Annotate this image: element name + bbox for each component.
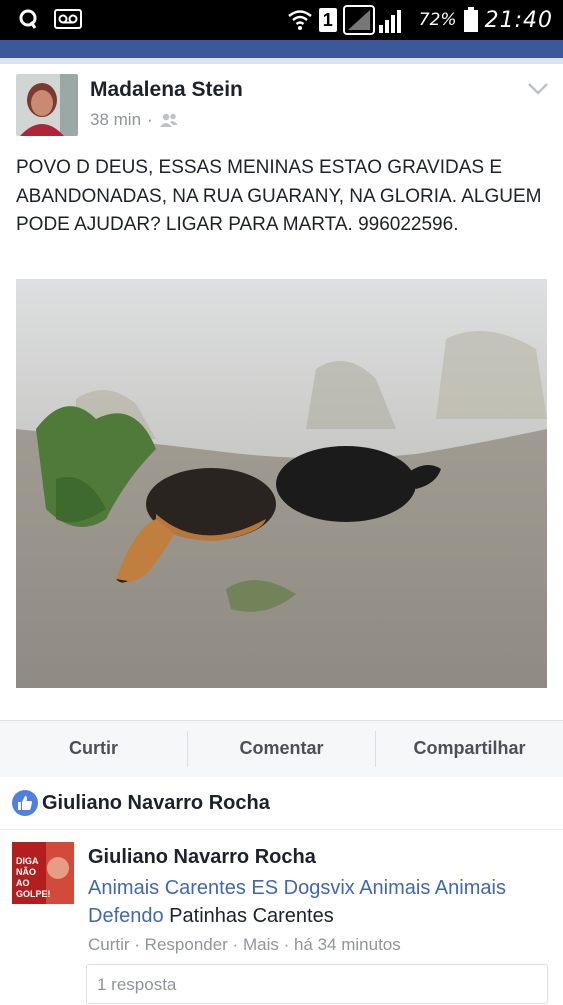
sim-icon: 1 <box>318 8 337 32</box>
battery-percent: 72% <box>418 10 457 30</box>
comment-text-rest: Patinhas Carentes <box>163 905 334 927</box>
like-button[interactable]: Curtir <box>0 721 187 777</box>
clock: 21:40 <box>484 7 553 33</box>
post-text: POVO D DEUS, ESSAS MENINAS ESTAO GRAVIDA… <box>16 157 542 235</box>
svg-text:GOLPE!: GOLPE! <box>16 889 51 899</box>
friends-icon[interactable] <box>159 112 179 128</box>
author-avatar[interactable] <box>16 74 78 136</box>
voicemail-icon <box>54 9 82 29</box>
comment-text: Animais Carentes ES Dogsvix Animais Anim… <box>88 874 556 930</box>
meta-separator: · <box>147 110 153 129</box>
share-button[interactable]: Compartilhar <box>376 721 563 777</box>
feed-post: Madalena Stein 38 min · POVO D DEUS, ESS… <box>0 64 563 720</box>
separator: · <box>278 935 294 954</box>
comment-actions: Curtir · Responder · Mais · há 34 minuto… <box>88 935 401 955</box>
avatar-caption: DIGA <box>16 856 39 866</box>
likers-row[interactable]: Giuliano Navarro Rocha <box>0 777 563 830</box>
post-time[interactable]: 38 min <box>90 110 141 130</box>
commenter-avatar[interactable]: DIGA NÃO AO GOLPE! <box>12 842 74 904</box>
commenter-name[interactable]: Giuliano Navarro Rocha <box>88 846 316 869</box>
svg-text:NÃO: NÃO <box>16 867 36 877</box>
post-photo[interactable] <box>16 279 547 688</box>
post-actions-bar: Curtir Comentar Compartilhar <box>0 720 563 778</box>
post-author-name[interactable]: Madalena Stein <box>90 78 243 102</box>
separator: · <box>227 935 243 954</box>
comment-button[interactable]: Comentar <box>188 721 375 777</box>
liker-name[interactable]: Giuliano Navarro Rocha <box>42 792 270 815</box>
circle-app-icon <box>19 9 37 29</box>
comment-reply-link[interactable]: Responder <box>145 935 228 954</box>
separator: · <box>129 935 145 954</box>
chevron-down-icon[interactable] <box>527 82 549 96</box>
app-header <box>0 40 563 58</box>
battery-icon <box>463 7 478 32</box>
status-bar: 1 72% 21:40 <box>0 0 563 40</box>
view-replies-button[interactable]: 1 resposta <box>86 964 548 1004</box>
signal-icon <box>342 5 401 35</box>
comment-like-link[interactable]: Curtir <box>88 935 130 954</box>
post-meta: 38 min · <box>90 110 179 130</box>
svg-text:AO: AO <box>16 878 30 888</box>
thumbs-up-icon <box>12 790 38 816</box>
comment-time: há 34 minutos <box>293 935 401 954</box>
comment-more-link[interactable]: Mais <box>243 935 279 954</box>
comment: DIGA NÃO AO GOLPE! Giuliano Navarro Roch… <box>0 830 563 1004</box>
wifi-icon <box>288 10 312 30</box>
